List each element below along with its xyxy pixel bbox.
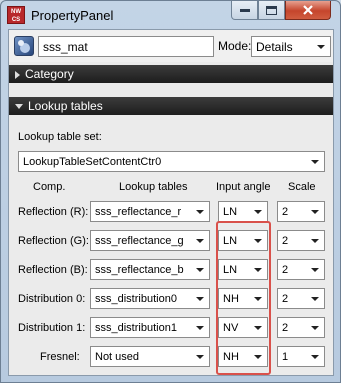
chevron-down-icon xyxy=(196,239,204,243)
category-section-label: Category xyxy=(25,67,74,81)
lookup-table-set-select[interactable]: LookupTableSetContentCtr0 xyxy=(18,151,325,172)
mode-select-value: Details xyxy=(256,40,293,54)
maximize-icon xyxy=(266,5,277,15)
input-angle-select[interactable]: NV xyxy=(218,317,268,338)
column-header-lookup-tables: Lookup tables xyxy=(119,181,188,193)
minimize-button[interactable] xyxy=(231,1,258,20)
expand-arrow-icon xyxy=(15,70,20,79)
scale-value: 2 xyxy=(282,322,289,334)
window-title: PropertyPanel xyxy=(31,8,114,23)
app-logo-text: NW CS xyxy=(11,9,21,23)
input-angle-select[interactable]: NH xyxy=(218,288,268,309)
chevron-down-icon xyxy=(311,297,319,301)
chevron-down-icon xyxy=(311,268,319,272)
row-component-label: Fresnel: xyxy=(40,351,80,363)
chevron-down-icon xyxy=(254,210,262,214)
scale-select[interactable]: 2 xyxy=(277,288,325,309)
chevron-down-icon xyxy=(311,160,319,164)
close-icon xyxy=(303,5,313,15)
scale-value: 2 xyxy=(282,206,289,218)
collapse-arrow-icon xyxy=(15,104,23,110)
title-bar[interactable]: NW CS PropertyPanel xyxy=(1,1,340,29)
row-component-label: Reflection (G): xyxy=(18,235,89,247)
chevron-down-icon xyxy=(196,326,204,330)
chevron-down-icon xyxy=(254,355,262,359)
input-angle-select[interactable]: LN xyxy=(218,201,268,222)
input-angle-value: LN xyxy=(223,235,238,247)
lookup-table-value: sss_distribution1 xyxy=(95,322,177,334)
app-logo-icon: NW CS xyxy=(7,6,25,24)
category-section-header[interactable]: Category xyxy=(9,65,333,83)
close-button[interactable] xyxy=(285,1,331,20)
column-header-comp: Comp. xyxy=(33,181,66,193)
lookup-table-value: sss_reflectance_g xyxy=(95,235,184,247)
chevron-down-icon xyxy=(196,268,204,272)
scale-value: 1 xyxy=(282,351,289,363)
chevron-down-icon xyxy=(317,45,325,49)
lookup-tables-section-header[interactable]: Lookup tables xyxy=(9,97,333,115)
lookup-table-select[interactable]: sss_distribution1 xyxy=(90,317,210,338)
input-angle-select[interactable]: LN xyxy=(218,259,268,280)
material-row: sss_mat Mode: Details xyxy=(9,30,333,62)
scale-value: 2 xyxy=(282,293,289,305)
scale-select[interactable]: 2 xyxy=(277,230,325,251)
input-angle-value: NH xyxy=(223,293,239,305)
input-angle-value: NV xyxy=(223,322,239,334)
chevron-down-icon xyxy=(311,210,319,214)
lookup-table-value: sss_distribution0 xyxy=(95,293,177,305)
scale-select[interactable]: 2 xyxy=(277,201,325,222)
lookup-table-select[interactable]: sss_reflectance_g xyxy=(90,230,210,251)
material-name-field[interactable]: sss_mat xyxy=(38,36,214,57)
scale-select[interactable]: 1 xyxy=(277,346,325,367)
scale-select[interactable]: 2 xyxy=(277,259,325,280)
input-angle-value: NH xyxy=(223,351,239,363)
row-component-label: Reflection (R): xyxy=(18,206,89,218)
mode-select[interactable]: Details xyxy=(251,36,331,57)
mode-label: Mode: xyxy=(218,39,252,53)
row-component-label: Distribution 0: xyxy=(18,293,86,305)
input-angle-select[interactable]: NH xyxy=(218,346,268,367)
chevron-down-icon xyxy=(254,268,262,272)
lookup-table-value: sss_reflectance_b xyxy=(95,264,184,276)
lookup-table-set-label: Lookup table set: xyxy=(18,131,102,143)
property-panel-window: NW CS PropertyPanel sss_mat Mode: Detail… xyxy=(0,0,341,383)
scale-value: 2 xyxy=(282,264,289,276)
row-component-label: Distribution 1: xyxy=(18,322,86,334)
chevron-down-icon xyxy=(196,297,204,301)
lookup-table-select[interactable]: sss_reflectance_b xyxy=(90,259,210,280)
lookup-tables-section-label: Lookup tables xyxy=(28,99,103,113)
column-header-input-angle: Input angle xyxy=(216,181,271,193)
window-controls xyxy=(231,1,331,21)
chevron-down-icon xyxy=(254,239,262,243)
input-angle-value: LN xyxy=(223,206,238,218)
chevron-down-icon xyxy=(196,210,204,214)
row-component-label: Reflection (B): xyxy=(18,264,88,276)
input-angle-value: LN xyxy=(223,264,238,276)
chevron-down-icon xyxy=(196,355,204,359)
lookup-table-set-value: LookupTableSetContentCtr0 xyxy=(23,156,162,168)
input-angle-select[interactable]: LN xyxy=(218,230,268,251)
lookup-table-select[interactable]: sss_reflectance_r xyxy=(90,201,210,222)
chevron-down-icon xyxy=(311,239,319,243)
chevron-down-icon xyxy=(311,326,319,330)
maximize-button[interactable] xyxy=(258,1,285,20)
column-header-scale: Scale xyxy=(288,181,316,193)
chevron-down-icon xyxy=(254,326,262,330)
scale-value: 2 xyxy=(282,235,289,247)
panel-content: sss_mat Mode: Details Category Lookup ta… xyxy=(8,29,334,376)
lookup-table-select[interactable]: Not used xyxy=(90,346,210,367)
lookup-table-value: Not used xyxy=(95,351,140,363)
scale-select[interactable]: 2 xyxy=(277,317,325,338)
chevron-down-icon xyxy=(254,297,262,301)
lookup-table-value: sss_reflectance_r xyxy=(95,206,182,218)
material-icon xyxy=(14,36,34,56)
minimize-icon xyxy=(239,9,250,12)
chevron-down-icon xyxy=(311,355,319,359)
lookup-table-select[interactable]: sss_distribution0 xyxy=(90,288,210,309)
